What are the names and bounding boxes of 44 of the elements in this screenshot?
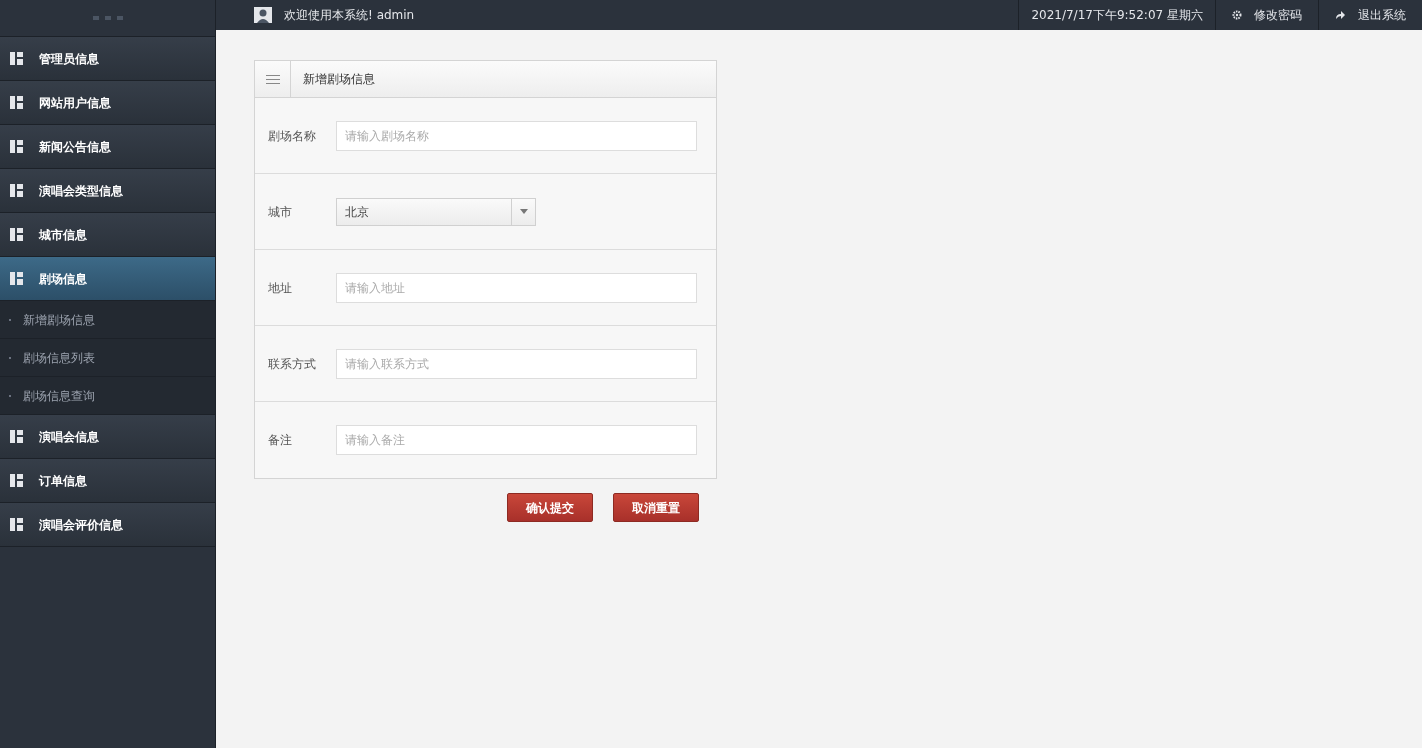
grid-icon: [10, 272, 23, 285]
input-field[interactable]: 请输入剧场名称: [336, 120, 697, 151]
menu-item[interactable]: 网站用户信息: [0, 81, 215, 125]
menu-item[interactable]: 剧场信息: [0, 257, 215, 301]
grid-icon: [10, 184, 23, 197]
field-label: 剧场名称: [268, 127, 317, 145]
panel-title: 新增剧场信息: [302, 71, 375, 88]
menu-item[interactable]: 演唱会信息: [0, 415, 215, 459]
field-label: 备注: [268, 432, 293, 449]
grid-icon: [10, 430, 23, 443]
field-label: 城市: [268, 203, 293, 221]
grip-icon: [92, 15, 123, 21]
form-button[interactable]: 取消重置: [613, 493, 699, 522]
menu-item[interactable]: 订单信息: [0, 459, 215, 503]
grid-icon: [10, 52, 23, 65]
field-label: 地址: [268, 279, 293, 297]
form-button[interactable]: 确认提交: [507, 493, 593, 522]
gear-icon: [1232, 10, 1242, 20]
grid-icon: [10, 228, 23, 241]
input-field[interactable]: 请输入备注: [336, 425, 697, 455]
menu-item[interactable]: 新闻公告信息: [0, 125, 215, 169]
arrow-icon: [1335, 10, 1346, 20]
input-field[interactable]: 请输入地址: [336, 272, 697, 303]
welcome-text: 欢迎使用本系统! admin: [284, 7, 415, 24]
datetime-text: 2021/7/17下午9:52:07 星期六: [1018, 0, 1215, 30]
header-link[interactable]: 修改密码: [1215, 0, 1318, 30]
user-icon: [254, 7, 272, 23]
submenu-item[interactable]: 剧场信息列表: [0, 339, 215, 377]
field-label: 联系方式: [268, 355, 317, 373]
menu-icon: [265, 74, 280, 84]
submenu-item[interactable]: 剧场信息查询: [0, 377, 215, 415]
menu-item[interactable]: 演唱会类型信息: [0, 169, 215, 213]
menu-item[interactable]: 演唱会评价信息: [0, 503, 215, 547]
grid-icon: [10, 474, 23, 487]
grid-icon: [10, 96, 23, 109]
caret-icon: [519, 209, 528, 214]
header-link[interactable]: 退出系统: [1318, 0, 1422, 30]
dropdown[interactable]: 北京: [336, 197, 536, 226]
grid-icon: [10, 518, 23, 531]
input-field[interactable]: 请输入联系方式: [336, 348, 697, 379]
submenu-item[interactable]: 新增剧场信息: [0, 301, 215, 339]
menu-item[interactable]: 管理员信息: [0, 37, 215, 81]
grid-icon: [10, 140, 23, 153]
menu-item[interactable]: 城市信息: [0, 213, 215, 257]
